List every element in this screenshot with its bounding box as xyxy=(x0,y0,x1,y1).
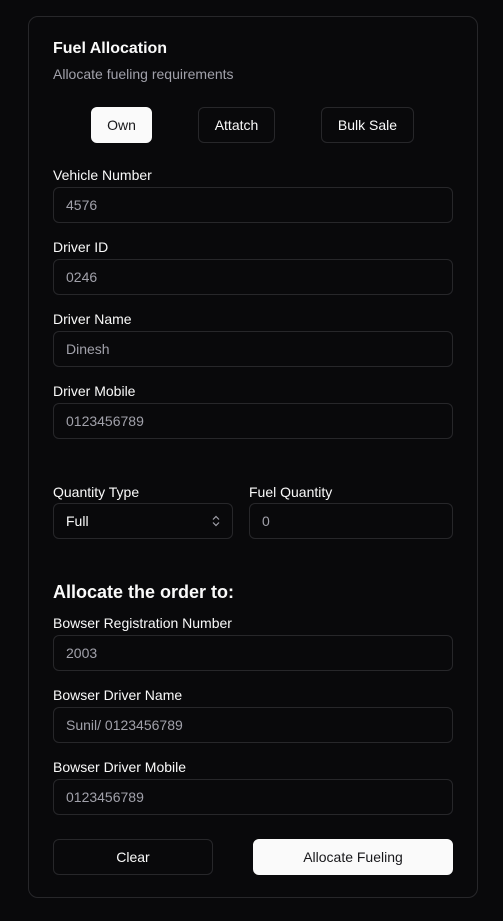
card-title: Fuel Allocation xyxy=(53,40,168,57)
vehicle-number-input[interactable] xyxy=(53,187,453,223)
driver-mobile-label: Driver Mobile xyxy=(53,383,136,399)
bowser-registration-label: Bowser Registration Number xyxy=(53,615,232,631)
quantity-type-select[interactable]: Full xyxy=(53,503,233,539)
bowser-driver-mobile-input[interactable] xyxy=(53,779,453,815)
quantity-type-label: Quantity Type xyxy=(53,484,140,500)
bowser-driver-mobile-label: Bowser Driver Mobile xyxy=(53,759,187,775)
tab-bulk-sale[interactable]: Bulk Sale xyxy=(321,107,414,143)
bowser-driver-name-input[interactable] xyxy=(53,707,453,743)
fuel-quantity-input[interactable] xyxy=(249,503,453,539)
driver-mobile-input[interactable] xyxy=(53,403,453,439)
bowser-driver-name-label: Bowser Driver Name xyxy=(53,687,183,703)
driver-id-input[interactable] xyxy=(53,259,453,295)
driver-id-label: Driver ID xyxy=(53,239,109,255)
clear-button[interactable]: Clear xyxy=(53,839,213,875)
chevron-up-down-icon xyxy=(212,515,220,527)
vehicle-number-label: Vehicle Number xyxy=(53,167,152,183)
quantity-type-value: Full xyxy=(66,513,89,529)
tab-own[interactable]: Own xyxy=(91,107,152,143)
bowser-registration-input[interactable] xyxy=(53,635,453,671)
allocate-fueling-button[interactable]: Allocate Fueling xyxy=(253,839,453,875)
allocate-section-title: Allocate the order to: xyxy=(53,582,235,602)
fuel-allocation-card: Fuel Allocation Allocate fueling require… xyxy=(28,16,478,898)
driver-name-input[interactable] xyxy=(53,331,453,367)
fuel-quantity-label: Fuel Quantity xyxy=(249,484,333,500)
card-subtitle: Allocate fueling requirements xyxy=(53,66,234,82)
tab-attatch[interactable]: Attatch xyxy=(198,107,275,143)
driver-name-label: Driver Name xyxy=(53,311,132,327)
